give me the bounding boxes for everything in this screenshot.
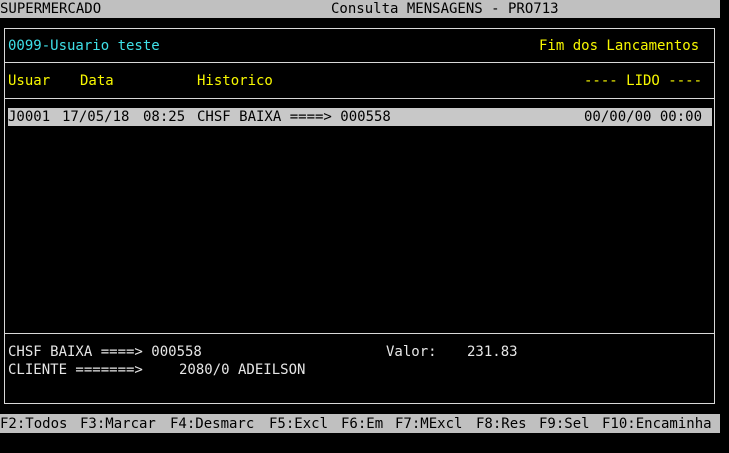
divider xyxy=(4,333,715,334)
row-lido: 00/00/00 00:00 xyxy=(584,109,703,125)
row-time: 08:25 xyxy=(143,109,186,125)
column-header-usuar: Usuar xyxy=(8,73,51,89)
valor-label: Valor: xyxy=(386,344,437,360)
app-name: SUPERMERCADO xyxy=(0,1,102,17)
row-date: 17/05/18 xyxy=(62,109,130,125)
column-header-historico: Historico xyxy=(197,73,273,89)
divider xyxy=(4,62,715,63)
f8-res-key[interactable]: F8:Res xyxy=(476,415,527,433)
detail-line: CHSF BAIXA ====> 000558 xyxy=(8,344,202,360)
divider xyxy=(4,98,715,99)
current-user: 0099-Usuario teste xyxy=(8,38,160,54)
title-bar: SUPERMERCADO Consulta MENSAGENS - PRO713 xyxy=(0,0,720,18)
row-historico: CHSF BAIXA ====> 000558 xyxy=(197,109,391,125)
f2-todos-key[interactable]: F2:Todos xyxy=(0,415,67,433)
status-text: Fim dos Lancamentos xyxy=(539,38,700,54)
valor-value: 231.83 xyxy=(467,344,518,360)
f4-desmarc-key[interactable]: F4:Desmarc xyxy=(170,415,254,433)
f7-mexcl-key[interactable]: F7:MExcl xyxy=(395,415,462,433)
f3-marcar-key[interactable]: F3:Marcar xyxy=(80,415,156,433)
cliente-value: 2080/0 ADEILSON xyxy=(179,362,306,378)
row-usuar: J0001 xyxy=(8,109,51,125)
f5-excl-key[interactable]: F5:Excl xyxy=(269,415,328,433)
column-header-lido: ---- LIDO ---- xyxy=(584,73,703,89)
cliente-label: CLIENTE =======> xyxy=(8,362,143,378)
f6-em-key[interactable]: F6:Em xyxy=(341,415,383,433)
window-title: Consulta MENSAGENS - PRO713 xyxy=(331,1,559,17)
column-header-data: Data xyxy=(80,73,114,89)
f10-encaminha-key[interactable]: F10:Encaminha xyxy=(602,415,712,433)
f9-sel-key[interactable]: F9:Sel xyxy=(539,415,590,433)
message-row[interactable]: J0001 17/05/18 08:25 CHSF BAIXA ====> 00… xyxy=(8,108,712,126)
function-key-bar: F2:Todos F3:Marcar F4:Desmarc F5:Excl F6… xyxy=(0,414,720,433)
